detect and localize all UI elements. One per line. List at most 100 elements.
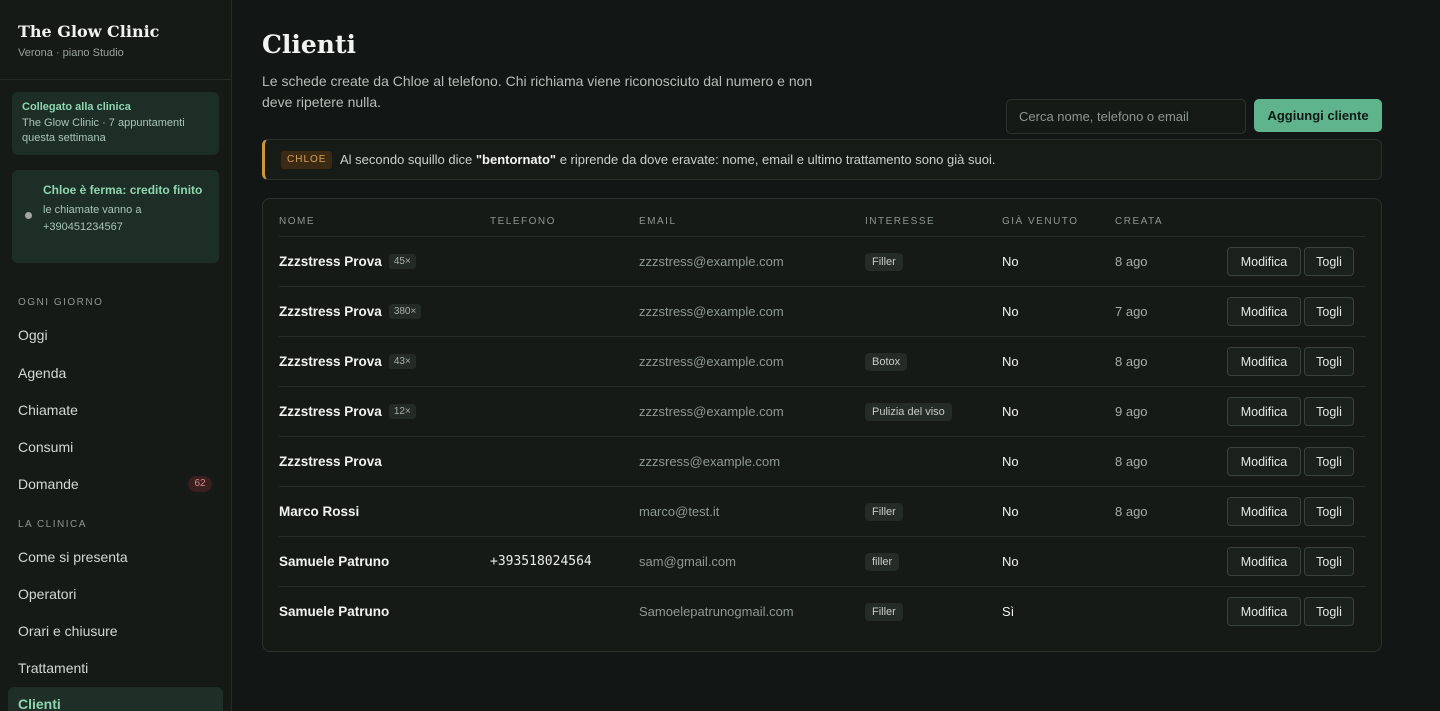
edit-button[interactable]: Modifica bbox=[1227, 447, 1301, 476]
edit-button[interactable]: Modifica bbox=[1227, 247, 1301, 276]
client-email: zzzstress@example.com bbox=[639, 354, 784, 369]
call-count-badge: 380× bbox=[388, 304, 422, 319]
sidebar-item-consumi[interactable]: Consumi bbox=[18, 439, 73, 455]
nav-section-daily: OGNI GIORNO bbox=[18, 297, 104, 308]
edit-button[interactable]: Modifica bbox=[1227, 597, 1301, 626]
clients-table: NOME TELEFONO EMAIL INTERESSE GIÀ VENUTO… bbox=[262, 198, 1382, 652]
brand-title: The Glow Clinic bbox=[18, 22, 160, 41]
created-date: 7 ago bbox=[1115, 304, 1148, 319]
client-email: Samoelepatrunogmail.com bbox=[639, 604, 794, 619]
already-came: No bbox=[1002, 504, 1019, 519]
interest-tag: Botox bbox=[865, 352, 908, 371]
remove-button[interactable]: Togli bbox=[1304, 397, 1354, 426]
table-row: Zzzstress Prova 12× zzzstress@example.com P… bbox=[279, 386, 1366, 436]
column-header-created: CREATA bbox=[1115, 216, 1164, 227]
column-header-phone: TELEFONO bbox=[490, 216, 556, 227]
client-name-cell: Zzzstress Prova 380× bbox=[279, 287, 422, 336]
created-date: 8 ago bbox=[1115, 454, 1148, 469]
created-date: 9 ago bbox=[1115, 404, 1148, 419]
connection-status-card: Collegato alla clinica The Glow Clinic ·… bbox=[12, 92, 219, 155]
client-name-cell: Samuele Patruno bbox=[279, 587, 389, 636]
already-came: Sì bbox=[1002, 604, 1015, 619]
interest-tag: Pulizia del viso bbox=[865, 402, 952, 421]
edit-button[interactable]: Modifica bbox=[1227, 297, 1301, 326]
page-description: Le schede create da Chloe al telefono. C… bbox=[262, 73, 813, 110]
chloe-notice: CHLOE Al secondo squillo dice "bentornat… bbox=[262, 139, 1382, 180]
client-name-cell: Samuele Patruno bbox=[279, 537, 389, 586]
remove-button[interactable]: Togli bbox=[1304, 447, 1354, 476]
client-name-cell: Zzzstress Prova 12× bbox=[279, 387, 416, 436]
notice-text-after: e riprende da dove eravate: nome, email … bbox=[556, 152, 996, 167]
client-name-cell: Zzzstress Prova 43× bbox=[279, 337, 416, 386]
interest-cell: filler bbox=[865, 537, 900, 586]
table-row: Zzzstress Prova 43× zzzstress@example.com B… bbox=[279, 336, 1366, 386]
status-dot-icon bbox=[25, 212, 32, 219]
connection-status-title: Collegato alla clinica bbox=[22, 101, 131, 113]
sidebar-item-trattamenti[interactable]: Trattamenti bbox=[18, 660, 88, 676]
client-name: Zzzstress Prova bbox=[279, 304, 382, 319]
already-came: No bbox=[1002, 454, 1019, 469]
table-row: Zzzstress Prova 45× zzzstress@example.com F… bbox=[279, 236, 1366, 286]
credit-warning-title: Chloe è ferma: credito finito bbox=[43, 183, 203, 197]
interest-cell: Pulizia del viso bbox=[865, 387, 952, 436]
client-email: zzzstress@example.com bbox=[639, 304, 784, 319]
credit-warning-text: le chiamate vanno a +390451234567 bbox=[43, 204, 142, 233]
interest-tag: filler bbox=[865, 552, 900, 571]
sidebar-item-come-si-presenta[interactable]: Come si presenta bbox=[18, 549, 128, 565]
client-name-cell: Zzzstress Prova 45× bbox=[279, 237, 416, 286]
sidebar-item-clienti[interactable]: Clienti bbox=[8, 687, 223, 711]
table-row: Samuele Patruno Samoelepatrunogmail.com Fi… bbox=[279, 586, 1366, 636]
remove-button[interactable]: Togli bbox=[1304, 547, 1354, 576]
client-name: Marco Rossi bbox=[279, 504, 360, 519]
edit-button[interactable]: Modifica bbox=[1227, 497, 1301, 526]
table-row: Samuele Patruno +393518024564 sam@gmail.co… bbox=[279, 536, 1366, 586]
sidebar-item-agenda[interactable]: Agenda bbox=[18, 365, 66, 381]
already-came: No bbox=[1002, 354, 1019, 369]
remove-button[interactable]: Togli bbox=[1304, 597, 1354, 626]
call-count-badge: 43× bbox=[388, 354, 416, 369]
table-row: Marco Rossi marco@test.it Filler No 8 ago Mod… bbox=[279, 486, 1366, 536]
domande-count-badge: 62 bbox=[188, 476, 212, 492]
interest-tag: Filler bbox=[865, 252, 903, 271]
table-row: Zzzstress Prova zzzsress@example.com No 8 a… bbox=[279, 436, 1366, 486]
client-name-cell: Zzzstress Prova bbox=[279, 437, 382, 486]
interest-tag: Filler bbox=[865, 502, 903, 521]
remove-button[interactable]: Togli bbox=[1304, 497, 1354, 526]
sidebar-item-operatori[interactable]: Operatori bbox=[18, 586, 76, 602]
edit-button[interactable]: Modifica bbox=[1227, 547, 1301, 576]
already-came: No bbox=[1002, 304, 1019, 319]
client-phone: +393518024564 bbox=[490, 554, 592, 569]
client-email: marco@test.it bbox=[639, 504, 720, 519]
sidebar-item-chiamate[interactable]: Chiamate bbox=[18, 402, 78, 418]
nav-section-clinic: LA CLINICA bbox=[18, 519, 87, 530]
edit-button[interactable]: Modifica bbox=[1227, 397, 1301, 426]
remove-button[interactable]: Togli bbox=[1304, 297, 1354, 326]
search-input[interactable] bbox=[1006, 99, 1246, 134]
sidebar: The Glow Clinic Verona · piano Studio Co… bbox=[0, 0, 232, 711]
sidebar-item-domande[interactable]: Domande bbox=[18, 476, 79, 492]
client-email: zzzsress@example.com bbox=[639, 454, 781, 469]
column-header-came: GIÀ VENUTO bbox=[1002, 216, 1079, 227]
notice-message: Al secondo squillo dice "bentornato" e r… bbox=[340, 152, 995, 167]
already-came: No bbox=[1002, 554, 1019, 569]
client-name: Samuele Patruno bbox=[279, 554, 390, 569]
credit-warning-card[interactable]: Chloe è ferma: credito finito le chiamat… bbox=[12, 170, 219, 263]
column-header-name: NOME bbox=[279, 216, 315, 227]
connection-status-text: The Glow Clinic · 7 appuntamenti questa … bbox=[22, 117, 185, 144]
client-name: Zzzstress Prova bbox=[279, 454, 382, 469]
page-title: Clienti bbox=[262, 30, 357, 59]
remove-button[interactable]: Togli bbox=[1304, 347, 1354, 376]
sidebar-item-oggi[interactable]: Oggi bbox=[18, 327, 48, 343]
brand: The Glow Clinic Verona · piano Studio bbox=[0, 0, 231, 80]
remove-button[interactable]: Togli bbox=[1304, 247, 1354, 276]
already-came: No bbox=[1002, 404, 1019, 419]
edit-button[interactable]: Modifica bbox=[1227, 347, 1301, 376]
client-email: zzzstress@example.com bbox=[639, 254, 784, 269]
chloe-tag: CHLOE bbox=[281, 151, 333, 169]
client-email: zzzstress@example.com bbox=[639, 404, 784, 419]
sidebar-item-orari[interactable]: Orari e chiusure bbox=[18, 623, 118, 639]
already-came: No bbox=[1002, 254, 1019, 269]
add-client-button[interactable]: Aggiungi cliente bbox=[1254, 99, 1382, 132]
call-count-badge: 12× bbox=[388, 404, 416, 419]
client-name: Zzzstress Prova bbox=[279, 404, 382, 419]
